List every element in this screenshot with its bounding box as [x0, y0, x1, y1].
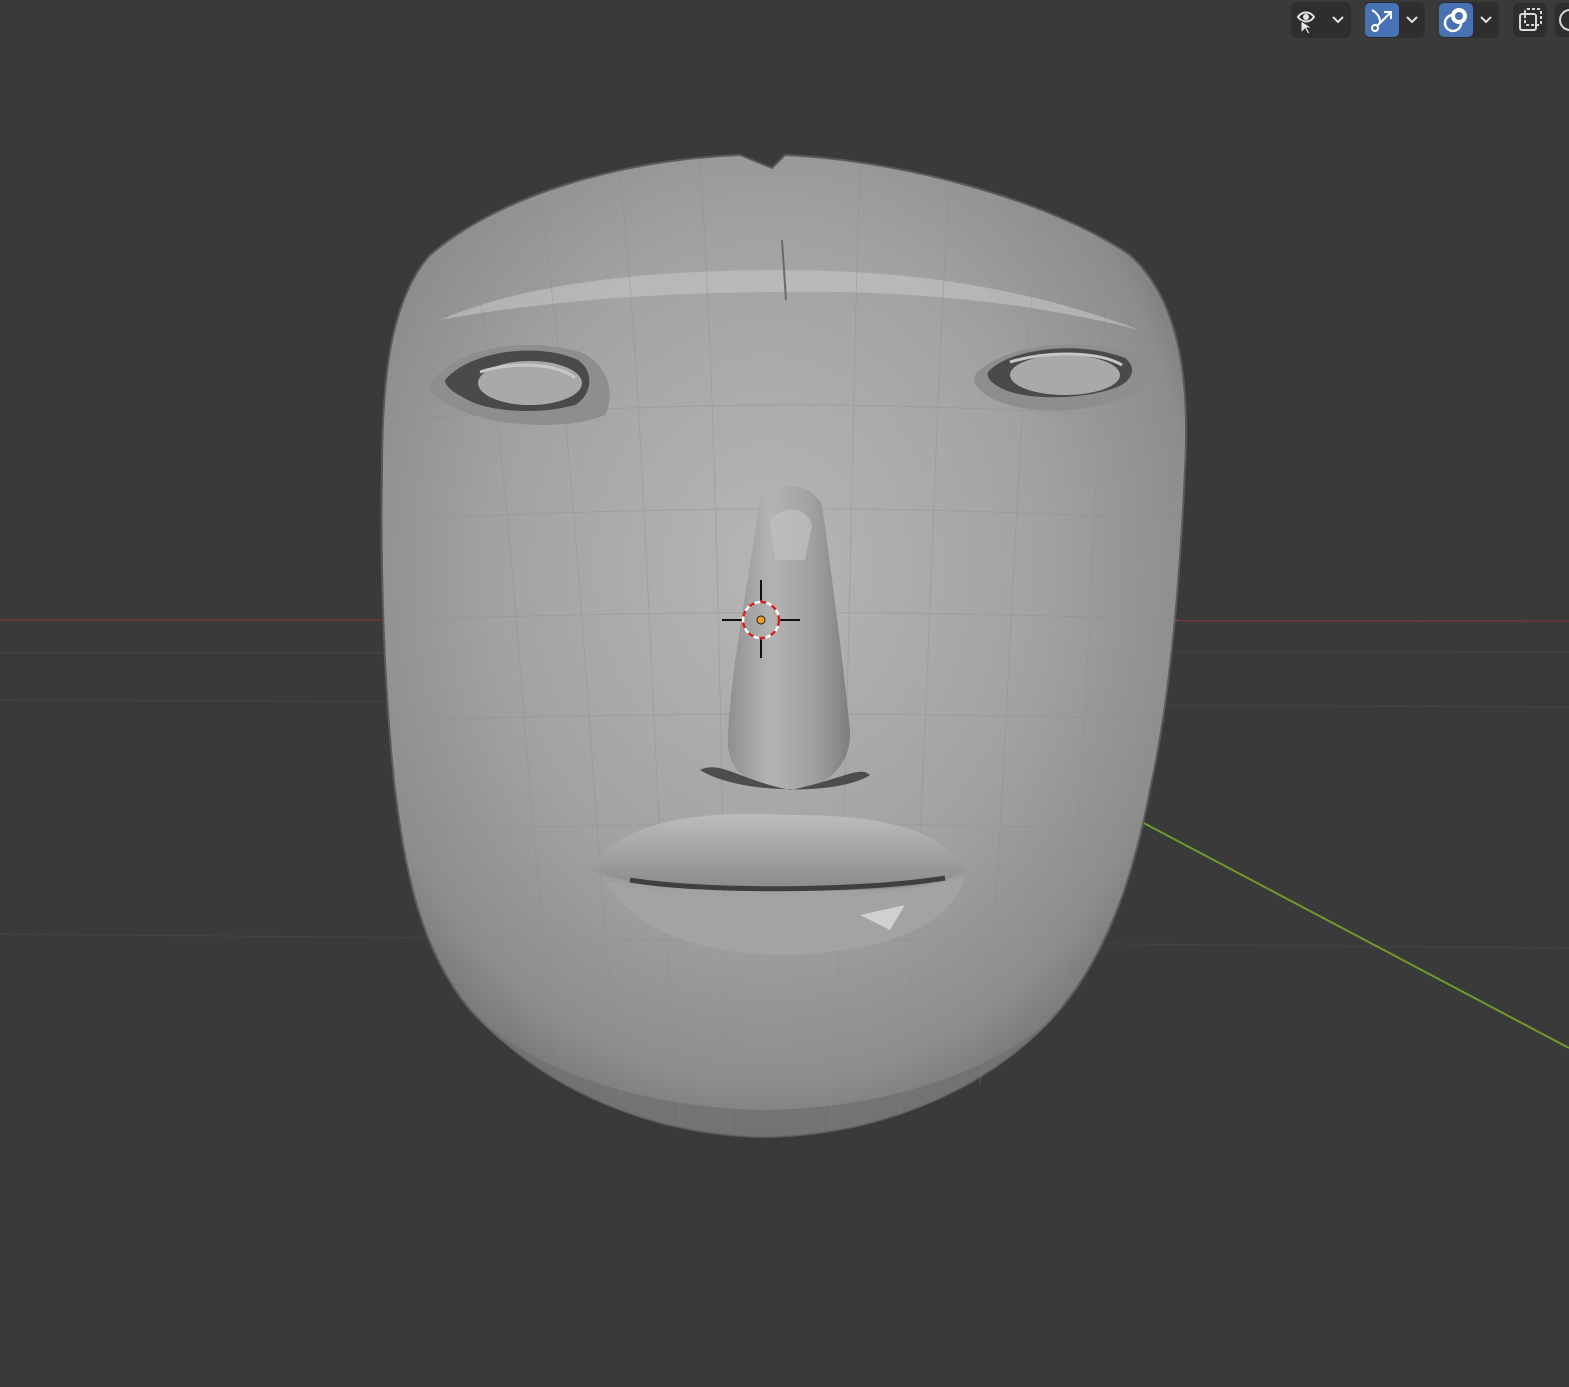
gizmos-toggle-button[interactable] [1365, 3, 1399, 37]
xray-icon [1515, 5, 1545, 35]
overlays-icon [1441, 5, 1471, 35]
chevron-down-icon [1479, 15, 1493, 25]
face-mesh[interactable] [380, 153, 1188, 1139]
chevron-down-icon [1405, 15, 1419, 25]
gizmos-group [1365, 2, 1425, 38]
overlays-toggle-button[interactable] [1439, 3, 1473, 37]
gizmos-dropdown-button[interactable] [1399, 3, 1425, 37]
wireframe-sphere-icon [1555, 3, 1569, 37]
gizmo-icon [1367, 5, 1397, 35]
shading-wireframe-button[interactable] [1555, 3, 1569, 37]
viewport-header-toolbar [1277, 0, 1569, 40]
object-origin [756, 615, 766, 625]
overlays-group [1439, 2, 1499, 38]
visibility-selectability-button[interactable] [1291, 3, 1325, 37]
3d-viewport[interactable] [0, 0, 1569, 1387]
xray-toggle-button[interactable] [1513, 3, 1547, 37]
viewport-scene [0, 153, 1569, 1139]
overlays-dropdown-button[interactable] [1473, 3, 1499, 37]
eye-cursor-icon [1293, 5, 1323, 35]
visibility-selectability-group [1291, 2, 1351, 38]
chevron-down-icon [1331, 15, 1345, 25]
visibility-dropdown-button[interactable] [1325, 3, 1351, 37]
